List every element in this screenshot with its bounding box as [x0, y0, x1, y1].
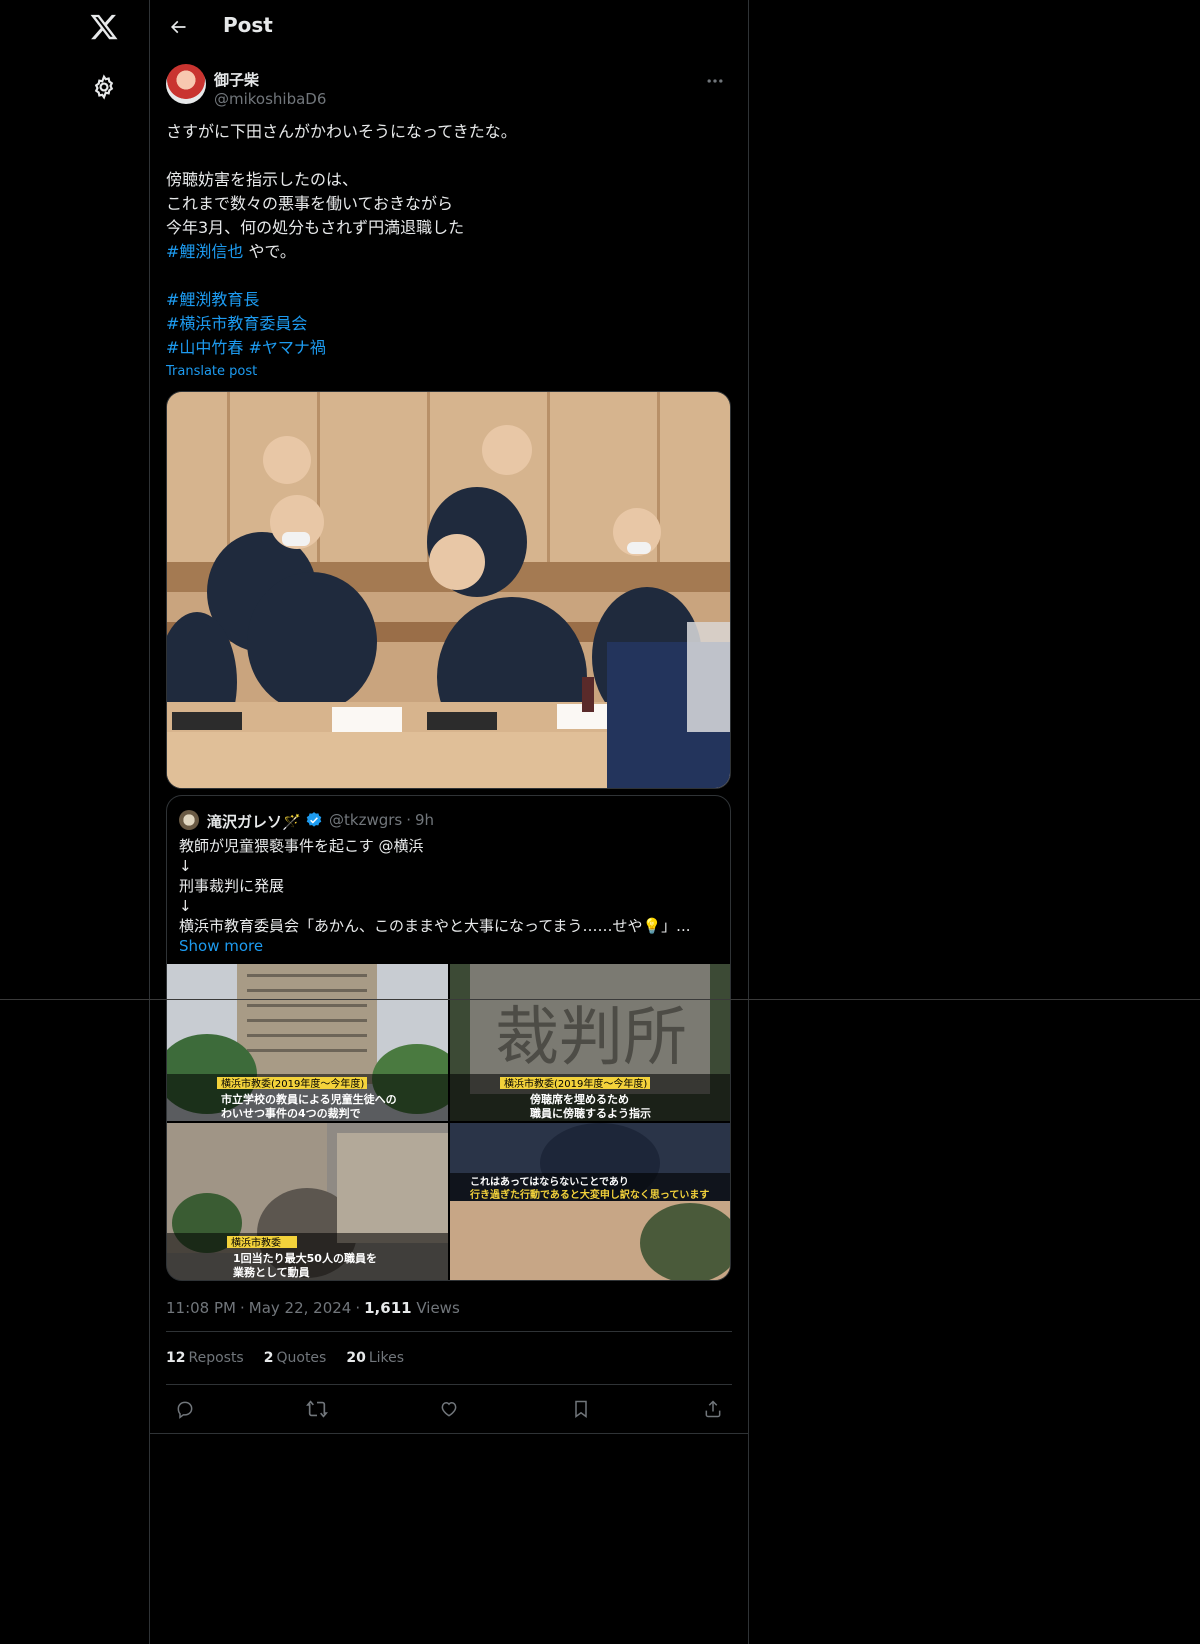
hashtag-link[interactable]: #鯉渕教育長: [166, 290, 259, 309]
show-more-link[interactable]: Show more: [167, 936, 730, 956]
views-label: Views: [416, 1299, 460, 1317]
post-text-line: これまで数々の悪事を働いておきながら: [166, 194, 454, 213]
post-text-line: 今年3月、何の処分もされず円満退職した: [166, 218, 465, 237]
likes-count: 20: [346, 1350, 366, 1366]
quoted-text-line: 刑事裁判に発展: [179, 877, 285, 895]
quoted-author-handle: @tkzwgrs: [329, 811, 403, 829]
arrow-left-icon: [170, 20, 186, 34]
post-author: 御子柴 @mikoshibaD6: [166, 64, 732, 112]
views-count: 1,611: [364, 1299, 412, 1317]
post-text-line: #鯉渕教育長: [166, 288, 732, 312]
bookmark-button[interactable]: [564, 1392, 598, 1426]
like-button[interactable]: [432, 1392, 466, 1426]
likes-label: Likes: [368, 1350, 405, 1366]
quoted-post-header: 滝沢ガレソ🪄 @tkzwgrs · 9h: [167, 796, 730, 836]
quotes-label: Quotes: [276, 1350, 327, 1366]
post-stats: 12 Reposts 2 Quotes 20 Likes: [166, 1332, 732, 1384]
image-caption-line: 行き過ぎた行動であると大変申し訳なく思っています: [469, 1188, 709, 1201]
quoted-image[interactable]: 裁判所 横浜市教委(2019年度～今年度) 傍聴席を埋めるため 職員に傍聴するよ…: [450, 964, 730, 1121]
hashtag-link[interactable]: #横浜市教育委員会: [166, 314, 307, 333]
back-button[interactable]: [160, 9, 196, 45]
reply-icon: [177, 1401, 193, 1419]
image-caption-tag: 横浜市教委(2019年度～今年度): [221, 1077, 364, 1090]
post-text-fragment: やで。: [243, 242, 296, 261]
repost-icon: [306, 1400, 328, 1418]
quotes-count: 2: [263, 1350, 274, 1366]
gear-icon[interactable]: [86, 69, 122, 105]
divider: [150, 1433, 748, 1434]
post-text: さすがに下田さんがかわいそうになってきたな。 傍聴妨害を指示したのは、 これまで…: [166, 120, 732, 360]
post: 御子柴 @mikoshibaD6 さすがに下田さんがかわいそうになってきたな。 …: [150, 64, 748, 1434]
translate-post-link[interactable]: Translate post: [166, 364, 257, 379]
page-header: Post: [150, 0, 748, 54]
bookmark-icon: [575, 1400, 587, 1418]
quoted-text: 教師が児童猥褻事件を起こす @横浜 ↓ 刑事裁判に発展 ↓ 横浜市教育委員会「あ…: [167, 836, 730, 936]
quoted-image[interactable]: これはあってはならないことであり 行き過ぎた行動であると大変申し訳なく思っていま…: [450, 1123, 730, 1280]
hashtag-link[interactable]: #ヤマナ禍: [249, 338, 326, 357]
post-text-line: #山中竹春 #ヤマナ禍: [166, 336, 732, 360]
likes-stat[interactable]: 20 Likes: [346, 1350, 404, 1366]
post-text-line: さすがに下田さんがかわいそうになってきたな。: [166, 122, 517, 141]
reposts-label: Reposts: [188, 1350, 244, 1366]
quoted-text-line: 横浜市教育委員会「あかん、このままやと大事になってまう……せや💡」...: [179, 917, 691, 935]
share-button[interactable]: [696, 1392, 730, 1426]
image-caption-line: 市立学校の教員による児童生徒への: [221, 1092, 397, 1106]
image-caption-line: わいせつ事件の4つの裁判で: [221, 1106, 361, 1120]
post-meta: 11:08 PM · May 22, 2024 · 1,611 Views: [166, 1299, 460, 1317]
image-caption-line: これはあってはならないことであり: [470, 1175, 629, 1188]
repost-button[interactable]: [300, 1392, 334, 1426]
courthouse-sign: 裁判所: [495, 1001, 687, 1075]
quoted-time: 9h: [415, 811, 435, 829]
screen-overlay-line: [0, 999, 1200, 1000]
meeting-room-photo: [167, 392, 730, 788]
post-date[interactable]: May 22, 2024: [249, 1299, 352, 1317]
reposts-stat[interactable]: 12 Reposts: [166, 1350, 244, 1366]
verified-badge-icon: [305, 811, 323, 833]
post-image[interactable]: [166, 391, 731, 789]
author-name[interactable]: 御子柴: [214, 69, 259, 90]
quoted-image-grid: 横浜市教委(2019年度～今年度) 市立学校の教員による児童生徒への わいせつ事…: [167, 964, 730, 1280]
heart-icon: [441, 1401, 457, 1417]
post-text-line: #横浜市教育委員会: [166, 312, 732, 336]
more-options-button[interactable]: [698, 64, 732, 98]
quoted-image[interactable]: 横浜市教委(2019年度～今年度) 市立学校の教員による児童生徒への わいせつ事…: [167, 964, 448, 1121]
quoted-image[interactable]: 横浜市教委 1回当たり最大50人の職員を 業務として動員: [167, 1123, 448, 1280]
quoted-text-line: ↓: [179, 857, 192, 875]
image-caption-tag: 横浜市教委(2019年度～今年度): [504, 1077, 647, 1090]
quoted-meta: @tkzwgrs · 9h: [329, 811, 435, 829]
x-logo-icon[interactable]: [86, 9, 122, 45]
post-time[interactable]: 11:08 PM: [166, 1299, 236, 1317]
image-caption-line: 1回当たり最大50人の職員を: [233, 1251, 377, 1265]
quoted-text-line: ↓: [179, 897, 192, 915]
post-actions: [166, 1385, 732, 1433]
main-column: Post 御子柴 @mikoshibaD6 さすがに下田さんがかわいそうになって…: [149, 0, 749, 1644]
quoted-avatar: [179, 810, 199, 830]
quoted-author-name: 滝沢ガレソ🪄: [207, 813, 301, 831]
post-text-line: [166, 264, 732, 288]
quotes-stat[interactable]: 2 Quotes: [264, 1350, 327, 1366]
post-text-line: [166, 144, 732, 168]
quoted-post[interactable]: 滝沢ガレソ🪄 @tkzwgrs · 9h 教師が児童猥褻事件を起こす @横浜 ↓ 刑…: [166, 795, 731, 1281]
post-text-line: 傍聴妨害を指示したのは、: [166, 170, 359, 189]
image-caption-line: 職員に傍聴するよう指示: [530, 1106, 651, 1120]
hashtag-link[interactable]: #鯉渕信也: [166, 242, 243, 261]
author-handle[interactable]: @mikoshibaD6: [214, 90, 326, 108]
post-text-line: #鯉渕信也 やで。: [166, 240, 732, 264]
share-icon: [705, 1400, 721, 1418]
quoted-text-line: 教師が児童猥褻事件を起こす @横浜: [179, 837, 424, 855]
reposts-count: 12: [166, 1350, 186, 1366]
more-dots-icon: [707, 79, 723, 83]
page-title: Post: [223, 13, 273, 37]
left-navigation: [0, 0, 149, 1644]
hashtag-link[interactable]: #山中竹春: [166, 338, 243, 357]
image-caption-line: 傍聴席を埋めるため: [530, 1092, 629, 1106]
image-caption-line: 業務として動員: [232, 1265, 310, 1279]
avatar[interactable]: [166, 64, 206, 104]
image-caption-tag: 横浜市教委: [231, 1236, 281, 1249]
reply-button[interactable]: [168, 1392, 202, 1426]
